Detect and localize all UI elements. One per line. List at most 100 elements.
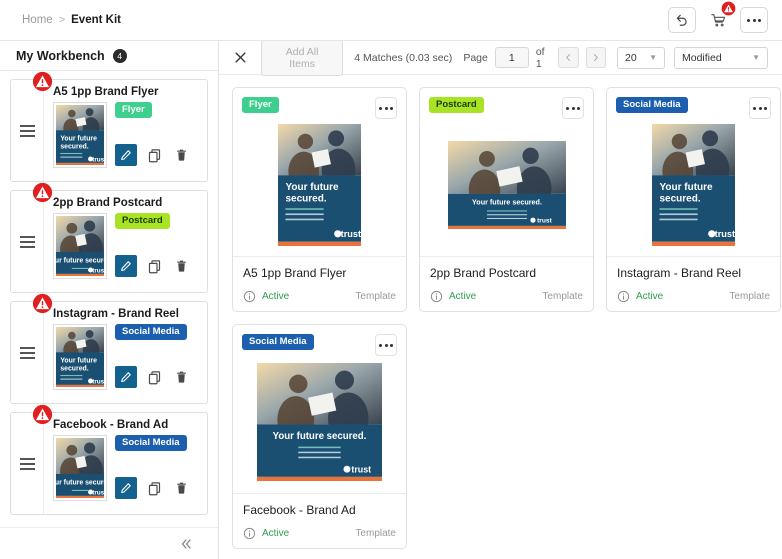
workbench-item[interactable]: A5 1pp Brand Flyer Your future secured. tru… (10, 71, 208, 182)
edit-item-button[interactable] (115, 255, 137, 277)
chevron-down-icon: ▼ (752, 53, 760, 62)
workbench-item-thumbnail[interactable]: Your futuresecured. trust (53, 102, 107, 168)
brand-creative-artwork: Your futuresecured. trust (278, 123, 361, 246)
trash-icon (176, 149, 186, 161)
asset-card-info: 2pp Brand Postcard Active Template (420, 257, 593, 311)
page-label: Page (463, 51, 488, 64)
cart-button[interactable] (704, 1, 736, 33)
workbench-item-name: Facebook - Brand Ad (53, 419, 169, 431)
delete-item-button[interactable] (171, 144, 191, 166)
undo-arrow-icon (676, 14, 687, 26)
asset-card-menu-button[interactable] (375, 97, 397, 119)
svg-text:Your future secured.: Your future secured. (273, 430, 367, 441)
svg-text:trust: trust (341, 229, 361, 239)
breadcrumb: Home > Event Kit (22, 14, 121, 26)
workbench-item-thumbnail[interactable]: Your future secured. trust (47, 213, 114, 279)
asset-card-type: Template (729, 291, 770, 302)
asset-card-type: Template (355, 291, 396, 302)
asset-card-status: Active (449, 291, 477, 302)
svg-text:trust: trust (92, 156, 104, 163)
workbench-item-alert-icon (32, 404, 53, 425)
sort-by-value: Modified (682, 51, 722, 64)
asset-card-preview: Social Media Your future secured. trust (233, 325, 406, 494)
workbench-item[interactable]: Facebook - Brand Ad Your future secured. t… (10, 404, 208, 515)
asset-card-menu-button[interactable] (562, 97, 584, 119)
copy-icon (148, 148, 160, 162)
asset-card[interactable]: Flyer Your future secured. trust A5 1pp Bran… (232, 87, 407, 312)
close-icon (235, 52, 246, 63)
drag-handle[interactable] (11, 80, 44, 181)
svg-text:secured.: secured. (60, 365, 88, 372)
ellipsis-icon (379, 343, 393, 347)
workbench-item-tag: Social Media (115, 435, 187, 451)
copy-item-button[interactable] (144, 144, 164, 166)
match-count-label: 4 Matches (0.03 sec) (354, 51, 453, 64)
delete-item-button[interactable] (171, 366, 191, 388)
breadcrumb-home[interactable]: Home (22, 14, 53, 26)
info-icon[interactable] (430, 290, 443, 303)
copy-item-button[interactable] (144, 477, 164, 499)
copy-item-button[interactable] (144, 255, 164, 277)
workbench-item-body: Facebook - Brand Ad Your future secured. t… (44, 413, 207, 514)
asset-card[interactable]: Social Media Your future secured. trust Fac… (232, 324, 407, 549)
asset-card-menu-button[interactable] (749, 97, 771, 119)
workbench-item-tag: Postcard (115, 213, 170, 229)
asset-card-thumbnail[interactable]: Your future secured. trust (429, 119, 584, 256)
asset-card-thumbnail[interactable]: Your future secured. trust (616, 119, 771, 256)
edit-item-button[interactable] (115, 366, 137, 388)
delete-item-button[interactable] (171, 477, 191, 499)
workbench-item[interactable]: Instagram - Brand Reel Your future secured… (10, 293, 208, 404)
collapse-sidebar-button[interactable] (174, 533, 198, 555)
workbench-item-actions (115, 477, 191, 501)
drag-handle-icon (19, 457, 35, 470)
workbench-item[interactable]: 2pp Brand Postcard Your future secured. tr… (10, 182, 208, 293)
undo-button[interactable] (668, 7, 696, 33)
asset-card-menu-button[interactable] (375, 334, 397, 356)
drag-handle-icon (19, 235, 35, 248)
trash-icon (176, 260, 186, 272)
workbench-item-alert-icon (32, 293, 53, 314)
drag-handle[interactable] (11, 191, 44, 292)
asset-card-status-row: Active Template (243, 527, 396, 540)
workbench-item-actions (115, 255, 191, 279)
results-options: 20 ▼ Modified ▼ (617, 46, 768, 69)
top-action-buttons (668, 1, 768, 33)
results-toolbar: Add All Items 4 Matches (0.03 sec) Page … (219, 41, 782, 76)
copy-item-button[interactable] (144, 366, 164, 388)
add-all-items-button[interactable]: Add All Items (261, 41, 344, 76)
drag-handle[interactable] (11, 413, 44, 514)
edit-item-button[interactable] (115, 144, 137, 166)
pencil-icon (121, 261, 131, 272)
breadcrumb-current: Event Kit (71, 14, 121, 26)
asset-card-tag: Social Media (242, 334, 314, 350)
info-icon[interactable] (617, 290, 630, 303)
delete-item-button[interactable] (171, 255, 191, 277)
asset-card[interactable]: Social Media Your future secured. trust Inst… (606, 87, 781, 312)
info-icon[interactable] (243, 527, 256, 540)
workbench-item-body: Instagram - Brand Reel Your future secured… (44, 302, 207, 403)
info-icon[interactable] (243, 290, 256, 303)
sort-by-select[interactable]: Modified ▼ (674, 46, 768, 69)
asset-card-thumbnail[interactable]: Your future secured. trust (242, 119, 397, 256)
asset-card-status: Active (636, 291, 664, 302)
close-results-button[interactable] (231, 48, 250, 67)
workbench-item-name: Instagram - Brand Reel (53, 308, 179, 320)
workbench-item-thumbnail[interactable]: Your futuresecured. trust (53, 324, 107, 390)
brand-creative-artwork: Your future secured. trust (47, 216, 114, 276)
svg-text:trust: trust (92, 378, 104, 385)
next-page-button[interactable] (585, 47, 606, 68)
asset-card-info: Facebook - Brand Ad Active Template (233, 494, 406, 548)
asset-card-header: Social Media (616, 97, 771, 119)
asset-card[interactable]: Postcard Your future secured. trust 2pp Bra… (419, 87, 594, 312)
page-size-select[interactable]: 20 ▼ (617, 46, 665, 69)
workbench-item-thumbnail[interactable]: Your future secured. trust (47, 435, 114, 501)
page-number-input[interactable] (494, 47, 529, 68)
workbench-item-list[interactable]: A5 1pp Brand Flyer Your future secured. tru… (0, 71, 218, 527)
more-options-button[interactable] (740, 7, 768, 33)
pencil-icon (121, 372, 131, 383)
asset-card-title: A5 1pp Brand Flyer (243, 266, 347, 280)
previous-page-button[interactable] (558, 47, 579, 68)
drag-handle[interactable] (11, 302, 44, 403)
asset-card-thumbnail[interactable]: Your future secured. trust (242, 356, 397, 493)
edit-item-button[interactable] (115, 477, 137, 499)
